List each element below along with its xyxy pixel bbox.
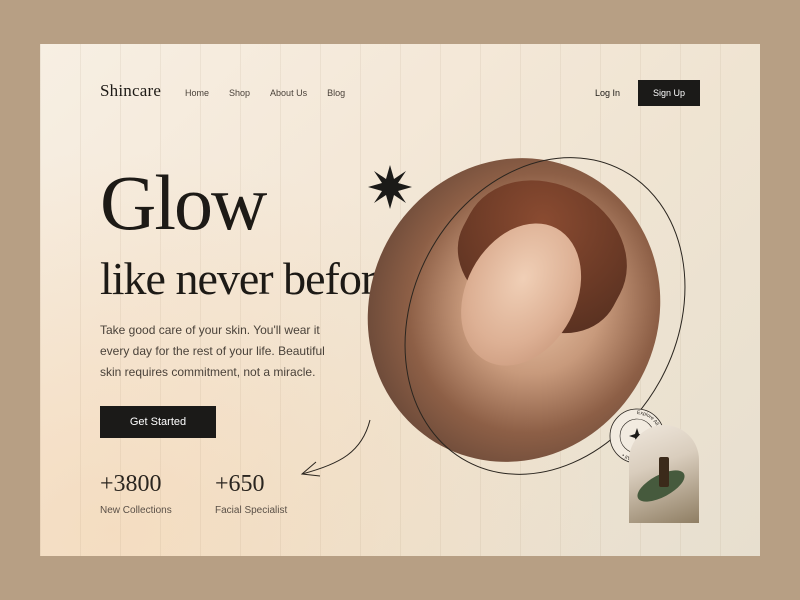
landing-card: Shincare Home Shop About Us Blog Log In …: [40, 44, 760, 556]
product-thumbnail[interactable]: [629, 425, 699, 523]
starburst-icon: [368, 165, 412, 209]
serum-bottle-graphic: [659, 457, 669, 487]
